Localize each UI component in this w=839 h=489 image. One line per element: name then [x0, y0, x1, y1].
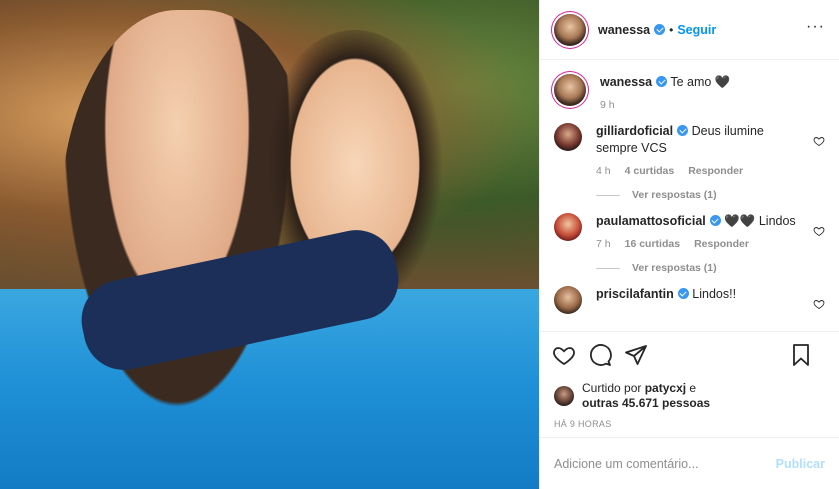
post-timestamp[interactable]: HÁ 9 HORAS: [540, 415, 839, 437]
replies-line: [596, 267, 620, 269]
comment-time[interactable]: 7 h: [596, 238, 611, 250]
heart-icon[interactable]: [552, 343, 576, 367]
caption-text-line: wanessa Te amo 🖤: [600, 74, 803, 91]
liker-username[interactable]: patycxj: [645, 381, 686, 395]
likes-text: Curtido por patycxj e outras 45.671 pess…: [582, 381, 710, 411]
comment-heart-icon[interactable]: [813, 298, 825, 310]
likes-suffix: e: [689, 381, 697, 395]
comment-text-line: paulamattosoficial 🖤🖤 Lindos: [596, 213, 803, 230]
view-replies-label: Ver respostas (1): [632, 189, 717, 201]
comment-item: gilliardoficial Deus ilumine sempre VCS …: [554, 123, 825, 201]
comments-list[interactable]: wanessa Te amo 🖤 9 h gilliardoficial Deu…: [540, 60, 839, 331]
comment-input[interactable]: Adicione um comentário...: [554, 457, 699, 471]
post-side-panel: wanessa • Seguir ··· wanessa Te amo 🖤 9 …: [539, 0, 839, 489]
more-options-icon[interactable]: ···: [806, 19, 825, 35]
caption-text: Te amo 🖤: [670, 75, 731, 89]
comment-item: priscilafantin Lindos!!: [554, 286, 825, 314]
comment-text-line: priscilafantin Lindos!!: [596, 286, 803, 303]
verified-badge-icon: [654, 24, 666, 35]
view-replies-button[interactable]: Ver respostas (1): [596, 189, 803, 201]
comment-username[interactable]: gilliardoficial: [596, 124, 673, 138]
author-username[interactable]: wanessa: [598, 23, 650, 37]
comment-text: 🖤🖤 Lindos: [724, 214, 796, 228]
likes-prefix: Curtido por: [582, 381, 642, 395]
comment-username[interactable]: priscilafantin: [596, 287, 674, 301]
verified-badge-icon: [656, 76, 668, 87]
comment-time[interactable]: 4 h: [596, 165, 611, 177]
comment-avatar[interactable]: [554, 286, 582, 314]
likes-count[interactable]: outras 45.671 pessoas: [582, 396, 710, 410]
comment-body: gilliardoficial Deus ilumine sempre VCS …: [596, 123, 825, 201]
comment-meta: 4 h 4 curtidas Responder: [596, 165, 803, 177]
comment-username[interactable]: paulamattosoficial: [596, 214, 706, 228]
comment-text-line: gilliardoficial Deus ilumine sempre VCS: [596, 123, 803, 157]
verified-badge-icon: [677, 125, 689, 136]
caption-body: wanessa Te amo 🖤 9 h: [600, 74, 825, 111]
caption-avatar[interactable]: [554, 74, 586, 106]
publish-button[interactable]: Publicar: [776, 457, 825, 471]
comment-meta: 7 h 16 curtidas Responder: [596, 238, 803, 250]
comment-icon[interactable]: [588, 343, 612, 367]
view-replies-button[interactable]: Ver respostas (1): [596, 262, 803, 274]
verified-badge-icon: [677, 288, 689, 299]
comment-avatar[interactable]: [554, 123, 582, 151]
post-header: wanessa • Seguir ···: [540, 0, 839, 60]
caption: wanessa Te amo 🖤 9 h: [554, 74, 825, 111]
liker-avatar[interactable]: [554, 386, 574, 406]
add-comment-bar: Adicione um comentário... Publicar: [540, 437, 839, 489]
comment-body: paulamattosoficial 🖤🖤 Lindos 7 h 16 curt…: [596, 213, 825, 274]
caption-meta: 9 h: [600, 99, 803, 111]
comment-text: Lindos!!: [692, 287, 737, 301]
view-replies-label: Ver respostas (1): [632, 262, 717, 274]
reply-button[interactable]: Responder: [688, 165, 743, 177]
comment-likes[interactable]: 16 curtidas: [625, 238, 680, 250]
comment-likes[interactable]: 4 curtidas: [625, 165, 675, 177]
comment-avatar[interactable]: [554, 213, 582, 241]
replies-line: [596, 194, 620, 196]
caption-username[interactable]: wanessa: [600, 75, 652, 89]
follow-button[interactable]: Seguir: [677, 23, 716, 37]
comment-heart-icon[interactable]: [813, 135, 825, 147]
caption-time[interactable]: 9 h: [600, 99, 615, 111]
post-photo[interactable]: [0, 0, 539, 489]
action-bar: [540, 331, 839, 377]
reply-button[interactable]: Responder: [694, 238, 749, 250]
instagram-post: wanessa • Seguir ··· wanessa Te amo 🖤 9 …: [0, 0, 839, 489]
author-avatar[interactable]: [554, 13, 586, 46]
verified-badge-icon: [709, 215, 721, 226]
comment-body: priscilafantin Lindos!!: [596, 286, 825, 314]
comment-item: paulamattosoficial 🖤🖤 Lindos 7 h 16 curt…: [554, 213, 825, 274]
header-separator: •: [669, 22, 674, 37]
likes-summary: Curtido por patycxj e outras 45.671 pess…: [540, 377, 839, 415]
share-icon[interactable]: [624, 343, 648, 367]
bookmark-icon[interactable]: [789, 343, 813, 367]
comment-heart-icon[interactable]: [813, 225, 825, 237]
